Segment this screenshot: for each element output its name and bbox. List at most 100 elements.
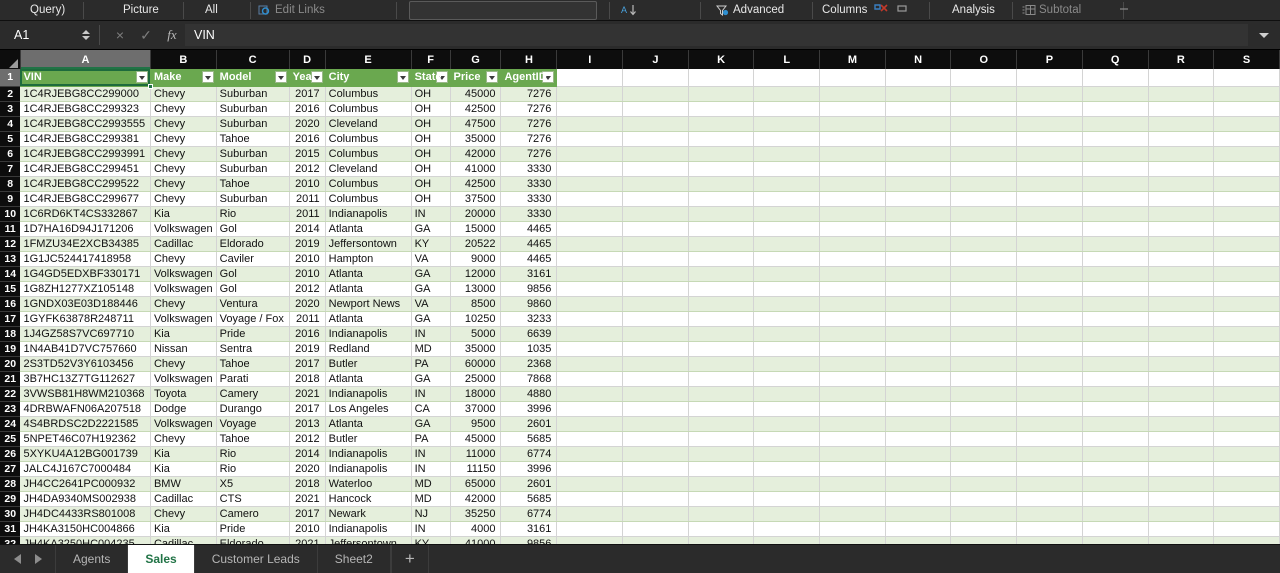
empty-cell[interactable]	[819, 446, 886, 462]
ribbon-item-all[interactable]: All	[205, 0, 218, 20]
empty-cell[interactable]	[819, 69, 886, 87]
empty-cell[interactable]	[688, 431, 755, 447]
empty-cell[interactable]	[1016, 521, 1083, 537]
table-row[interactable]: 31 JH4KA3150HC004866 Kia Pride 2010 Indianapo…	[0, 521, 1280, 537]
empty-cell[interactable]	[950, 446, 1018, 462]
cell-F10[interactable]: IN	[411, 206, 451, 222]
empty-cell[interactable]	[1213, 146, 1280, 162]
empty-cell[interactable]	[1213, 446, 1280, 462]
cell-E23[interactable]: Los Angeles	[325, 401, 412, 417]
empty-cell[interactable]	[1016, 221, 1083, 237]
empty-cell[interactable]	[819, 161, 886, 177]
empty-cell[interactable]	[1213, 236, 1280, 252]
empty-cell[interactable]	[885, 446, 952, 462]
cell-G7[interactable]: 41000	[450, 161, 502, 177]
ribbon-item-columns[interactable]: Columns	[822, 0, 867, 20]
empty-cell[interactable]	[819, 101, 886, 117]
empty-cell[interactable]	[819, 371, 886, 387]
ribbon-item-advanced[interactable]: Advanced	[715, 0, 784, 20]
cell-E10[interactable]: Indianapolis	[325, 206, 412, 222]
cell-A15[interactable]: 1G8ZH1277XZ105148	[20, 281, 151, 297]
empty-cell[interactable]	[622, 296, 689, 312]
cell-E5[interactable]: Columbus	[325, 131, 412, 147]
empty-cell[interactable]	[1213, 311, 1280, 327]
empty-cell[interactable]	[1016, 131, 1083, 147]
sheet-tab-agents[interactable]: Agents	[55, 545, 129, 573]
empty-cell[interactable]	[885, 161, 952, 177]
empty-cell[interactable]	[688, 386, 755, 402]
cell-A9[interactable]: 1C4RJEBG8CC299677	[20, 191, 151, 207]
cell-B29[interactable]: Cadillac	[150, 491, 217, 507]
cell-D10[interactable]: 2011	[289, 206, 326, 222]
empty-cell[interactable]	[622, 236, 689, 252]
cell-B16[interactable]: Chevy	[150, 296, 217, 312]
empty-cell[interactable]	[1148, 161, 1215, 177]
empty-cell[interactable]	[1148, 221, 1215, 237]
empty-cell[interactable]	[1213, 416, 1280, 432]
table-row[interactable]: 16 1GNDX03E03D188446 Chevy Ventura 2020 Newpo…	[0, 296, 1280, 312]
cell-G16[interactable]: 8500	[450, 296, 502, 312]
empty-cell[interactable]	[819, 206, 886, 222]
empty-cell[interactable]	[819, 296, 886, 312]
empty-cell[interactable]	[688, 416, 755, 432]
expand-formula-bar-button[interactable]	[1248, 21, 1280, 49]
cell-F21[interactable]: GA	[411, 371, 451, 387]
empty-cell[interactable]	[1213, 266, 1280, 282]
empty-cell[interactable]	[819, 491, 886, 507]
cell-G26[interactable]: 11000	[450, 446, 502, 462]
empty-cell[interactable]	[885, 86, 952, 102]
empty-cell[interactable]	[819, 386, 886, 402]
empty-cell[interactable]	[556, 476, 624, 492]
column-header-s[interactable]: S	[1213, 50, 1280, 69]
cell-D27[interactable]: 2020	[289, 461, 326, 477]
cell-H18[interactable]: 6639	[500, 326, 558, 342]
cell-H19[interactable]: 1035	[500, 341, 558, 357]
empty-cell[interactable]	[819, 341, 886, 357]
empty-cell[interactable]	[622, 161, 689, 177]
empty-cell[interactable]	[1148, 69, 1215, 87]
cell-B26[interactable]: Kia	[150, 446, 217, 462]
cell-D20[interactable]: 2017	[289, 356, 326, 372]
empty-cell[interactable]	[753, 176, 821, 192]
cell-G14[interactable]: 12000	[450, 266, 502, 282]
empty-cell[interactable]	[688, 146, 755, 162]
cell-G22[interactable]: 18000	[450, 386, 502, 402]
empty-cell[interactable]	[1082, 296, 1149, 312]
row-header-27[interactable]: 27	[0, 461, 21, 477]
empty-cell[interactable]	[885, 191, 952, 207]
cell-E17[interactable]: Atlanta	[325, 311, 412, 327]
cell-G27[interactable]: 11150	[450, 461, 502, 477]
cell-H25[interactable]: 5685	[500, 431, 558, 447]
empty-cell[interactable]	[950, 281, 1018, 297]
empty-cell[interactable]	[1082, 326, 1149, 342]
cell-H11[interactable]: 4465	[500, 221, 558, 237]
row-header-24[interactable]: 24	[0, 416, 21, 432]
empty-cell[interactable]	[885, 116, 952, 132]
empty-cell[interactable]	[819, 461, 886, 477]
row-header-19[interactable]: 19	[0, 341, 21, 357]
cell-E7[interactable]: Cleveland	[325, 161, 412, 177]
empty-cell[interactable]	[819, 86, 886, 102]
row-header-12[interactable]: 12	[0, 236, 21, 252]
empty-cell[interactable]	[1148, 416, 1215, 432]
row-header-16[interactable]: 16	[0, 296, 21, 312]
empty-cell[interactable]	[1213, 221, 1280, 237]
cell-A2[interactable]: 1C4RJEBG8CC299000	[20, 86, 151, 102]
cell-G32[interactable]: 41000	[450, 536, 502, 544]
table-row[interactable]: 3 1C4RJEBG8CC299323 Chevy Suburban 2016 Colum…	[0, 101, 1280, 117]
cell-F15[interactable]: GA	[411, 281, 451, 297]
cell-D19[interactable]: 2019	[289, 341, 326, 357]
empty-cell[interactable]	[688, 521, 755, 537]
empty-cell[interactable]	[1148, 326, 1215, 342]
cell-F29[interactable]: MD	[411, 491, 451, 507]
cell-G28[interactable]: 65000	[450, 476, 502, 492]
empty-cell[interactable]	[556, 506, 624, 522]
cell-G29[interactable]: 42000	[450, 491, 502, 507]
cell-E31[interactable]: Indianapolis	[325, 521, 412, 537]
empty-cell[interactable]	[1148, 536, 1215, 544]
empty-cell[interactable]	[885, 476, 952, 492]
empty-cell[interactable]	[1213, 176, 1280, 192]
cell-B11[interactable]: Volkswagen	[150, 221, 217, 237]
empty-cell[interactable]	[753, 446, 821, 462]
empty-cell[interactable]	[1016, 161, 1083, 177]
